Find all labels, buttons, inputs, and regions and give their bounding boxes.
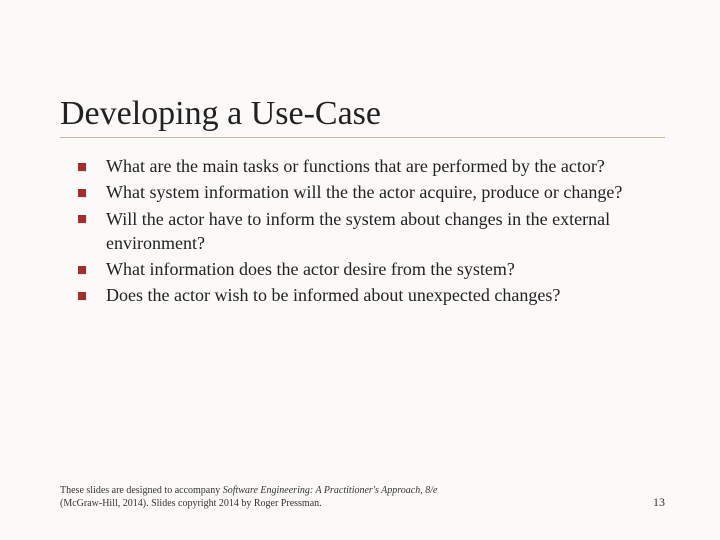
list-item: What information does the actor desire f… [78,257,648,281]
bullet-text: Does the actor wish to be informed about… [106,285,560,305]
footer: These slides are designed to accompany S… [60,485,665,510]
list-item: Does the actor wish to be informed about… [78,283,648,307]
bullet-text: What are the main tasks or functions tha… [106,156,605,176]
slide-title: Developing a Use-Case [60,95,665,138]
footer-text-italic: Software Engineering: A Practitioner's A… [223,485,438,496]
slide: Developing a Use-Case What are the main … [0,0,720,540]
bullet-text: Will the actor have to inform the system… [106,209,610,253]
bullet-text: What system information will the the act… [106,182,622,202]
footer-text-line2: (McGraw-Hill, 2014). Slides copyright 20… [60,498,322,509]
bullet-list: What are the main tasks or functions tha… [60,154,648,308]
list-item: What are the main tasks or functions tha… [78,154,648,178]
bullet-text: What information does the actor desire f… [106,259,515,279]
list-item: Will the actor have to inform the system… [78,207,648,256]
list-item: What system information will the the act… [78,180,648,204]
footer-text-plain: These slides are designed to accompany [60,485,223,496]
page-number: 13 [653,495,665,510]
